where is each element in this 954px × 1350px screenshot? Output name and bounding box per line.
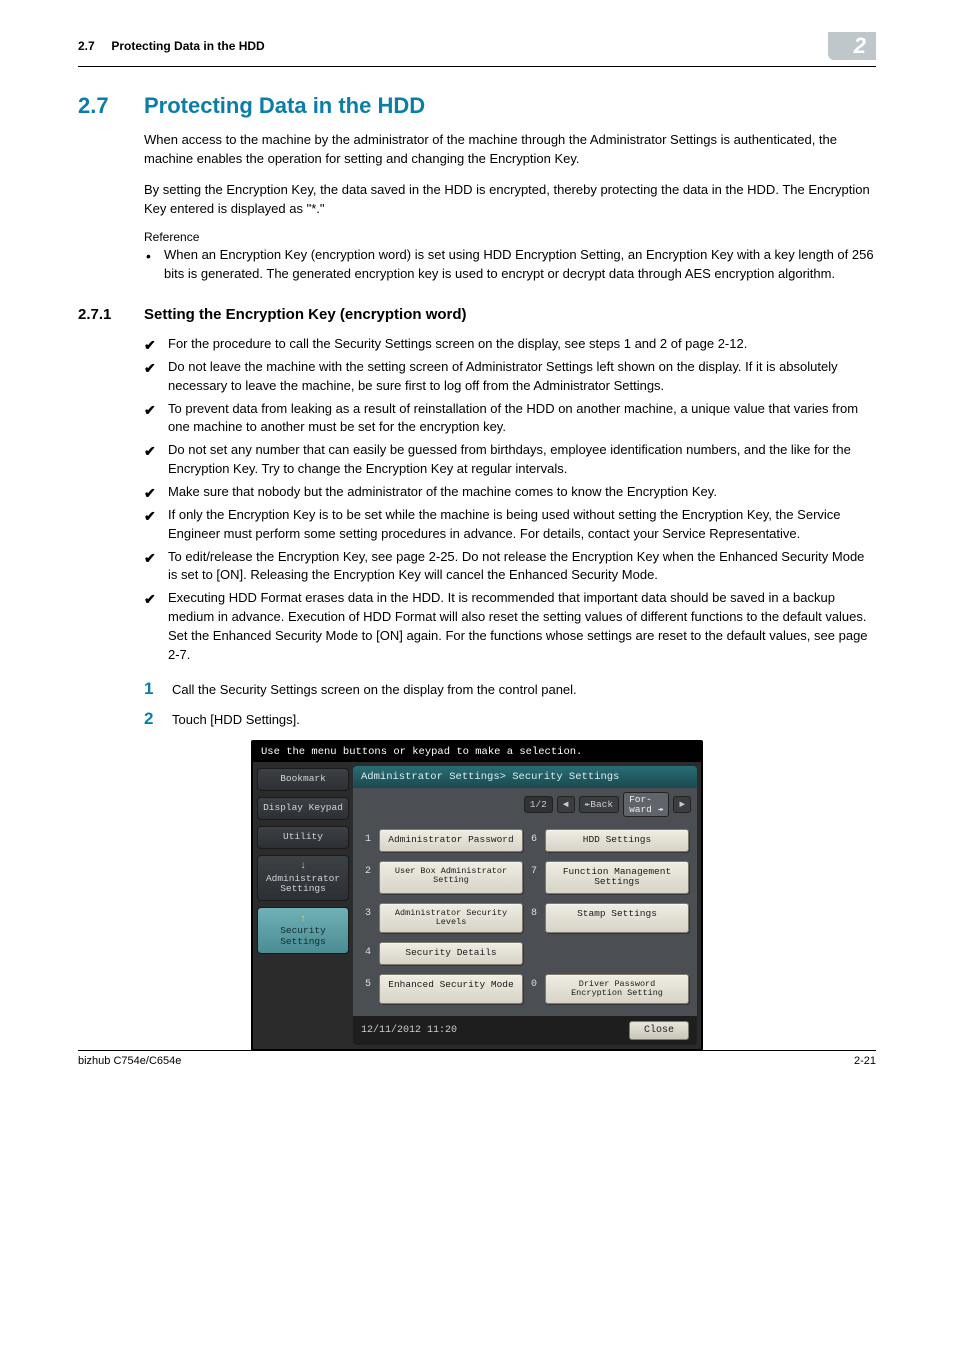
menu-num: 5	[361, 974, 375, 1005]
header-rule	[78, 66, 876, 67]
reference-list: When an Encryption Key (encryption word)…	[144, 246, 876, 284]
menu-userbox-admin-button[interactable]: User Box Administrator Setting	[379, 861, 523, 894]
menu-num: 0	[527, 974, 541, 1005]
section-title: Protecting Data in the HDD	[144, 93, 425, 119]
menu-driver-pw-enc-button[interactable]: Driver Password Encryption Setting	[545, 974, 689, 1005]
check-item: For the procedure to call the Security S…	[144, 335, 876, 354]
sidebar-security-settings-button[interactable]: ↑Security Settings	[257, 907, 349, 953]
pager-prev-arrow[interactable]: ◄	[557, 796, 575, 813]
sidebar-admin-label: Administrator Settings	[266, 873, 340, 895]
chapter-badge: 2	[828, 32, 876, 60]
section-number: 2.7	[78, 93, 144, 119]
check-item: To prevent data from leaking as a result…	[144, 400, 876, 438]
menu-num: 1	[361, 829, 375, 851]
device-sidebar: Bookmark Display Keypad Utility ↓Adminis…	[253, 762, 353, 1049]
sidebar-display-keypad-button[interactable]: Display Keypad	[257, 797, 349, 820]
page-footer: bizhub C754e/C654e 2-21	[78, 1050, 876, 1067]
running-head: 2.7 Protecting Data in the HDD	[78, 39, 828, 53]
check-item: Make sure that nobody but the administra…	[144, 483, 876, 502]
device-close-button[interactable]: Close	[629, 1021, 689, 1040]
reference-label: Reference	[144, 230, 876, 244]
reference-bullet: When an Encryption Key (encryption word)…	[144, 246, 876, 284]
menu-hdd-settings-button[interactable]: HDD Settings	[545, 829, 689, 851]
menu-num: 2	[361, 861, 375, 894]
menu-enhanced-sec-mode-button[interactable]: Enhanced Security Mode	[379, 974, 523, 1005]
device-screenshot: Use the menu buttons or keypad to make a…	[251, 740, 703, 1051]
step-text: Call the Security Settings screen on the…	[172, 679, 577, 700]
step-number: 1	[144, 679, 172, 700]
sidebar-admin-settings-button[interactable]: ↓Administrator Settings	[257, 855, 349, 901]
menu-num: 4	[361, 942, 375, 964]
menu-admin-sec-levels-button[interactable]: Administrator Security Levels	[379, 903, 523, 934]
footer-model: bizhub C754e/C654e	[78, 1055, 181, 1067]
check-item: If only the Encryption Key is to be set …	[144, 506, 876, 544]
device-menu-grid: 1 Administrator Password 6 HDD Settings …	[353, 821, 697, 1016]
pager-page-indicator: 1/2	[524, 796, 553, 813]
pager-back-button[interactable]: ↞Back	[579, 796, 620, 813]
intro-paragraph-2: By setting the Encryption Key, the data …	[144, 181, 876, 219]
menu-num: 8	[527, 903, 541, 934]
menu-security-details-button[interactable]: Security Details	[379, 942, 523, 964]
subsection-number: 2.7.1	[78, 306, 144, 323]
sidebar-security-label: Security Settings	[280, 925, 326, 947]
step-number: 2	[144, 709, 172, 730]
check-item: Do not set any number that can easily be…	[144, 441, 876, 479]
device-pager: 1/2 ◄ ↞Back For- ward ↠ ►	[353, 788, 697, 821]
sidebar-utility-button[interactable]: Utility	[257, 826, 349, 849]
sidebar-bookmark-button[interactable]: Bookmark	[257, 768, 349, 791]
checklist: For the procedure to call the Security S…	[144, 335, 876, 665]
step-text: Touch [HDD Settings].	[172, 709, 300, 730]
footer-page-number: 2-21	[854, 1055, 876, 1067]
intro-paragraph-1: When access to the machine by the admini…	[144, 131, 876, 169]
menu-num: 6	[527, 829, 541, 851]
device-instruction-bar: Use the menu buttons or keypad to make a…	[253, 742, 701, 762]
menu-function-mgmt-button[interactable]: Function Management Settings	[545, 861, 689, 894]
arrow-down-icon: ↓	[260, 861, 346, 873]
menu-stamp-settings-button[interactable]: Stamp Settings	[545, 903, 689, 934]
check-item: Executing HDD Format erases data in the …	[144, 589, 876, 664]
check-item: To edit/release the Encryption Key, see …	[144, 548, 876, 586]
menu-num: 7	[527, 861, 541, 894]
device-breadcrumb: Administrator Settings> Security Setting…	[353, 766, 697, 788]
pager-forward-label: For- ward ↠	[629, 794, 663, 815]
pager-next-arrow[interactable]: ►	[673, 796, 691, 813]
pager-forward-button[interactable]: For- ward ↠	[623, 792, 669, 817]
device-datetime: 12/11/2012 11:20	[361, 1025, 457, 1036]
menu-num: 3	[361, 903, 375, 934]
running-head-num: 2.7	[78, 39, 95, 53]
subsection-title: Setting the Encryption Key (encryption w…	[144, 306, 467, 323]
running-head-title: Protecting Data in the HDD	[111, 39, 264, 53]
menu-admin-password-button[interactable]: Administrator Password	[379, 829, 523, 851]
check-item: Do not leave the machine with the settin…	[144, 358, 876, 396]
